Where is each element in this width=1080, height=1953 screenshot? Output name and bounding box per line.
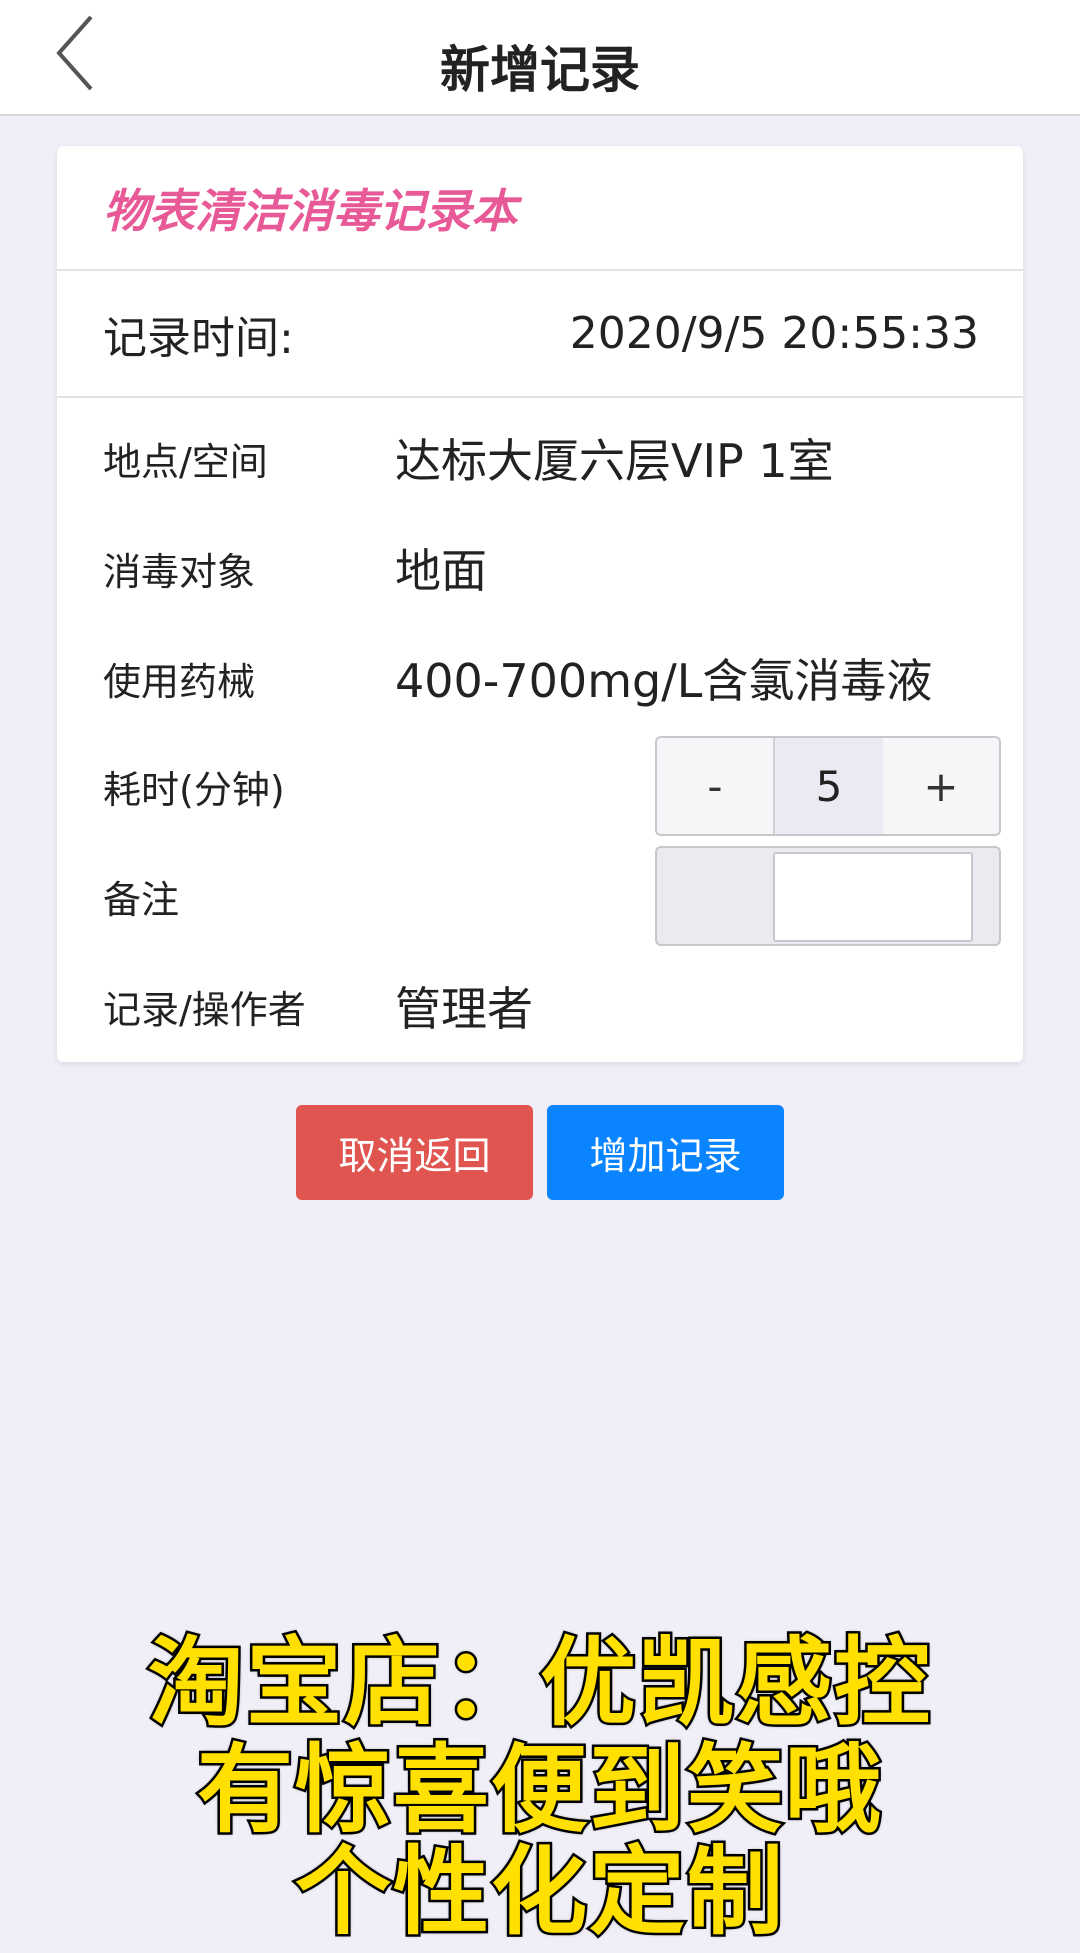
location-label: 地点/空间 [103, 439, 268, 484]
operator-row: 记录/操作者 管理者 [57, 956, 1023, 1056]
nav-bar: 新增记录 [0, 0, 1080, 116]
record-time-row: 记录时间: 2020/9/5 20:55:33 [57, 271, 1023, 398]
target-row: 消毒对象 地面 [57, 518, 1023, 618]
card-title: 物表清洁消毒记录本 [103, 183, 517, 238]
record-time-value: 2020/9/5 20:55:33 [569, 308, 979, 359]
location-value: 达标大厦六层VIP 1室 [395, 434, 834, 488]
duration-label: 耗时(分钟) [103, 767, 285, 812]
duration-stepper: - 5 + [655, 736, 1001, 836]
target-label: 消毒对象 [103, 549, 256, 594]
operator-value: 管理者 [395, 982, 533, 1036]
card-header: 物表清洁消毒记录本 [57, 146, 1023, 271]
note-label: 备注 [103, 877, 180, 922]
location-row: 地点/空间 达标大厦六层VIP 1室 [57, 408, 1023, 508]
record-time-label: 记录时间: [103, 312, 294, 364]
caption-line-3: 个性化定制 [293, 1834, 786, 1951]
note-row: 备注 [57, 846, 1023, 946]
agent-row: 使用药械 400-700mg/L含氯消毒液 [57, 628, 1023, 728]
agent-label: 使用药械 [103, 659, 256, 704]
add-record-button[interactable]: 增加记录 [547, 1105, 784, 1200]
increment-button[interactable]: + [883, 738, 999, 834]
target-value: 地面 [395, 544, 487, 598]
decrement-button[interactable]: - [657, 738, 773, 834]
duration-value[interactable]: 5 [773, 738, 883, 834]
agent-value: 400-700mg/L含氯消毒液 [395, 654, 933, 708]
note-input[interactable] [773, 852, 973, 942]
page-title: 新增记录 [440, 41, 640, 99]
cancel-button[interactable]: 取消返回 [296, 1105, 533, 1200]
operator-label: 记录/操作者 [103, 987, 306, 1032]
note-container [655, 846, 1001, 946]
record-form-card: 物表清洁消毒记录本 记录时间: 2020/9/5 20:55:33 地点/空间 … [57, 146, 1023, 1062]
duration-row: 耗时(分钟) - 5 + [57, 736, 1023, 836]
